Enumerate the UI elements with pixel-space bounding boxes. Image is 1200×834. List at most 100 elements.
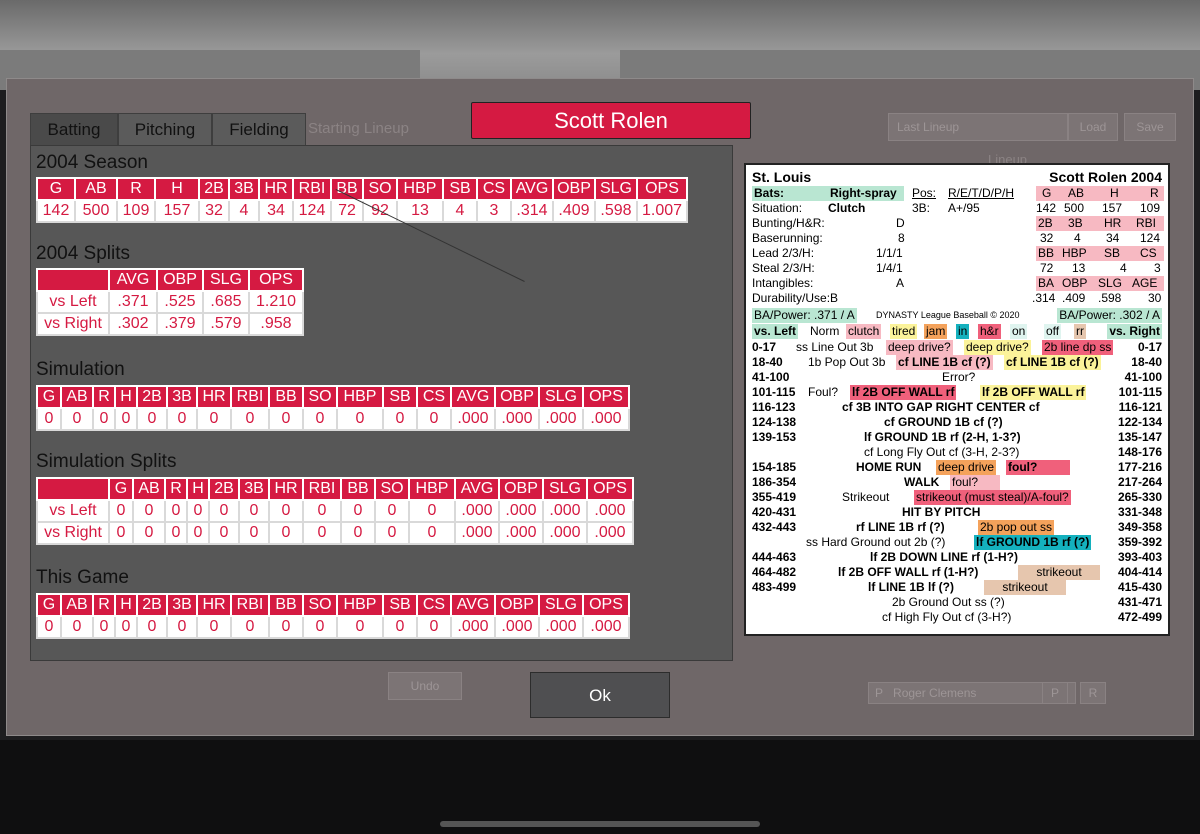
roll-range-left: 124-138 (752, 415, 797, 429)
card-ba-power-row: BA/Power: .371 / A DYNASTY League Baseba… (752, 308, 1162, 323)
tag-off: off (1044, 324, 1062, 339)
header-cell: AB (60, 385, 94, 409)
card-result-row: 483-499 lf LINE 1B lf (?) strikeout 415-… (752, 580, 1162, 595)
grid-header-row: G AB H R (1036, 186, 1164, 201)
value-cell: 142 (36, 199, 76, 223)
grid-cell: 13 (1072, 261, 1086, 275)
header-cell: OBP (494, 385, 540, 409)
value-cell: 4 (442, 199, 478, 223)
steal-value: 1/4/1 (876, 261, 903, 275)
pitcher-r-tag: R (1080, 682, 1106, 704)
result-text: lf 2B OFF WALL rf (980, 385, 1087, 400)
grid-value-row: .314 .409 .598 30 (1032, 291, 1164, 306)
card-header: St. Louis Scott Rolen 2004 (752, 169, 1162, 186)
header-cell: AB (74, 177, 118, 201)
result-text: ss Line Out 3b (796, 340, 874, 354)
this-game-title: This Game (36, 567, 129, 588)
intangibles-label: Intangibles: (752, 276, 814, 290)
roll-range-left: 18-40 (752, 355, 783, 369)
value-cell: 0 (108, 499, 134, 523)
split-label: vs Left (36, 290, 110, 314)
value-cell: .000 (450, 407, 496, 431)
header-cell: AVG (108, 268, 158, 292)
card-result-row: 355-419 Strikeout strikeout (must steal)… (752, 490, 1162, 505)
value-cell: .000 (542, 499, 588, 523)
header-cell: H (114, 385, 138, 409)
header-cell: G (108, 477, 134, 501)
value-cell: .000 (454, 499, 500, 523)
tab-batting[interactable]: Batting (30, 113, 118, 145)
grid-cell: 157 (1102, 201, 1123, 215)
value-cell: .000 (454, 521, 500, 545)
value-cell: 0 (166, 407, 198, 431)
roll-range-left: 0-17 (752, 340, 777, 354)
grid-cell: 4 (1074, 231, 1081, 245)
sim-splits-table: G AB R H 2B 3B HR RBI BB SO HBP AVG OBP … (36, 477, 634, 545)
value-cell: .598 (594, 199, 638, 223)
split-label: vs Right (36, 521, 110, 545)
result-text: ss Hard Ground out 2b (?) (806, 535, 946, 549)
tab-pitching[interactable]: Pitching (118, 113, 212, 145)
header-cell: R (164, 477, 188, 501)
card-result-row: cf High Fly Out cf (3-H?) 472-499 (752, 610, 1162, 625)
tab-fielding[interactable]: Fielding (212, 113, 306, 145)
result-text: strikeout (must steal)/A-foul? (914, 490, 1071, 505)
roll-range-left: 186-354 (752, 475, 797, 489)
header-cell: SB (382, 385, 418, 409)
header-cell: R (92, 385, 116, 409)
grid-cell: 3 (1154, 261, 1161, 275)
ok-button[interactable]: Ok (530, 672, 670, 718)
grid-cell: .314 (1032, 291, 1056, 305)
value-cell: 0 (408, 521, 456, 545)
grid-cell: 3B (1068, 216, 1083, 230)
load-button[interactable]: Load (1068, 113, 1118, 141)
durability: Durability/Use:B (752, 291, 839, 305)
result-text: Foul? (808, 385, 839, 399)
grid-cell: CS (1140, 246, 1157, 260)
grid-cell: 32 (1040, 231, 1054, 245)
roll-range-left: 101-115 (752, 385, 796, 399)
roll-range-right: 177-216 (1117, 460, 1162, 474)
header-cell: G (36, 593, 62, 617)
value-cell: 0 (374, 521, 410, 545)
header-cell: 2B (136, 385, 168, 409)
roll-range-left: 444-463 (752, 550, 797, 564)
table-row: vs Right .302 .379 .579 .958 (36, 312, 304, 336)
table-header-row: G AB R H 2B 3B HR RBI BB SO HBP SB CS AV… (36, 385, 630, 409)
value-cell: 0 (136, 615, 168, 639)
value-cell: 0 (186, 521, 210, 545)
roll-range-left: 41-100 (752, 370, 790, 384)
grid-cell: R (1150, 186, 1159, 200)
card-result-row: 154-185 HOME RUN deep drive foul? 177-21… (752, 460, 1162, 475)
value-cell: .000 (586, 499, 634, 523)
grid-header-row: 2B 3B HR RBI (1036, 216, 1164, 231)
grid-cell: 2B (1038, 216, 1053, 230)
pos-label: Pos: (912, 186, 937, 200)
save-button[interactable]: Save (1124, 113, 1176, 141)
value-cell: .685 (202, 290, 250, 314)
header-cell: RBI (230, 385, 270, 409)
splits-table: AVG OBP SLG OPS vs Left .371 .525 .685 1… (36, 268, 304, 336)
value-cell: 0 (302, 499, 342, 523)
value-cell: 0 (164, 499, 188, 523)
last-lineup-select[interactable]: Last Lineup (888, 113, 1068, 141)
simulation-table: G AB R H 2B 3B HR RBI BB SO HBP SB CS AV… (36, 385, 630, 431)
header-cell: OPS (248, 268, 304, 292)
result-text: Error? (942, 370, 976, 384)
roll-range-right: 349-358 (1117, 520, 1162, 534)
home-indicator[interactable] (440, 821, 760, 827)
value-cell: 0 (408, 499, 456, 523)
header-cell: AB (132, 477, 166, 501)
tag-on: on (1010, 324, 1028, 339)
undo-button[interactable]: Undo (388, 672, 462, 700)
value-cell: 0 (208, 499, 240, 523)
result-text: deep drive? (886, 340, 953, 355)
roll-range-left: 116-123 (752, 400, 796, 414)
value-cell: .371 (108, 290, 158, 314)
value-cell: 124 (292, 199, 332, 223)
header-cell: 3B (166, 593, 198, 617)
header-cell: AVG (454, 477, 500, 501)
grid-cell: .598 (1098, 291, 1122, 305)
situation-value: Clutch (828, 201, 866, 215)
roll-range-right: 135-147 (1117, 430, 1162, 444)
